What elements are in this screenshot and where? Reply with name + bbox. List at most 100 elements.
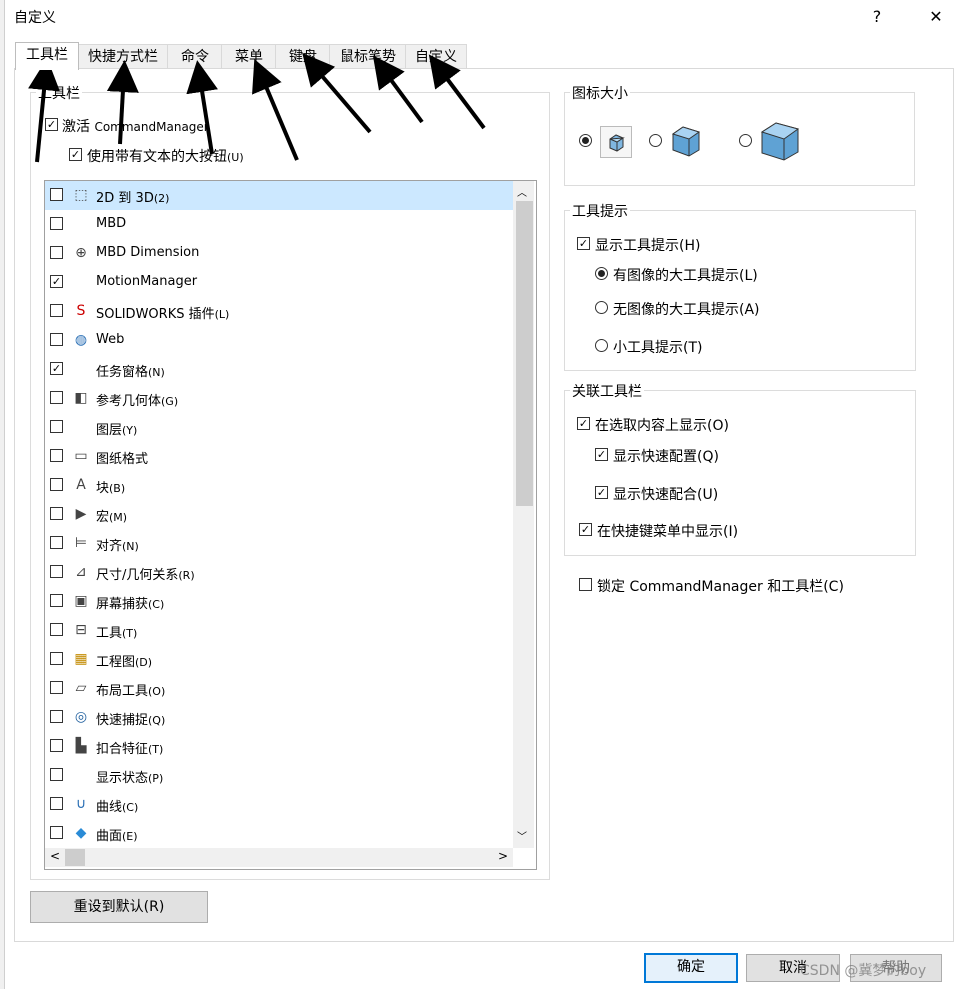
arrow-to-menus-tab [252,58,299,161]
toolbar-item-label: MBD Dimension [96,245,200,260]
toolbar-item-checkbox[interactable] [50,594,63,607]
toolbar-item-checkbox[interactable] [50,246,63,259]
lock-toolbars-checkbox[interactable] [579,578,592,591]
toolbar-item-checkbox[interactable] [50,304,63,317]
toolbar-item-checkbox[interactable] [50,536,63,549]
large-tooltip-image-radio[interactable] [595,267,608,280]
toolbar-list-item[interactable]: 显示状态(P) [45,761,513,790]
arrow-to-gestures-tab [372,55,424,124]
toolbar-item-label: MotionManager [96,274,198,289]
toolbar-list-item[interactable]: ▦ 工程图(D) [45,645,513,674]
toolbar-list-item[interactable]: ◍ Web [45,326,513,355]
toolbar-list-item[interactable]: ⊿ 尺寸/几何关系(R) [45,558,513,587]
sheet-format-icon: ▭ [74,448,88,464]
show-quick-config-label: 显示快速配置(Q) [613,449,719,465]
toolbar-item-label: 曲面(E) [96,829,138,844]
toolbar-item-checkbox[interactable] [50,652,63,665]
toolbar-item-checkbox[interactable] [50,333,63,346]
toolbar-list-item[interactable]: ▙ 扣合特征(T) [45,732,513,761]
show-in-shortcut-menu-label: 在快捷键菜单中显示(I) [597,524,739,540]
large-tooltip-noimage-label: 无图像的大工具提示(A) [613,302,760,318]
toolbar-item-checkbox[interactable] [50,623,63,636]
toolbar-item-label: 显示状态(P) [96,771,164,786]
toolbar-list-item[interactable]: 图层(Y) [45,413,513,442]
arrow-to-shortcut-tab [106,60,139,145]
toolbar-item-label: 工具(T) [96,626,138,641]
drawing-icon: ▦ [74,651,88,667]
scroll-down-icon[interactable]: ﹀ [517,828,527,843]
toolbar-item-label: SOLIDWORKS 插件(L) [96,307,230,322]
macro-icon: ▶ [75,506,87,522]
toolbar-item-label: Web [96,332,125,347]
toolbar-item-checkbox[interactable]: ✓ [50,362,63,375]
toolbar-list-item[interactable]: ∪ 曲线(C) [45,790,513,819]
toolbar-list-item[interactable]: S SOLIDWORKS 插件(L) [45,297,513,326]
curve-icon: ∪ [75,796,87,812]
vertical-scroll-thumb[interactable] [516,201,533,506]
toolbar-item-checkbox[interactable] [50,768,63,781]
show-in-shortcut-menu-checkbox[interactable]: ✓ [579,523,592,536]
reference-geometry-icon: ◧ [74,390,88,406]
toolbar-item-checkbox[interactable]: ✓ [50,275,63,288]
toolbar-item-checkbox[interactable] [50,391,63,404]
toolbar-item-checkbox[interactable] [50,449,63,462]
toolbar-item-checkbox[interactable] [50,507,63,520]
scroll-left-icon[interactable]: < [50,849,60,863]
toolbar-list-item[interactable]: ⊨ 对齐(N) [45,529,513,558]
solidworks-addin-icon: S [76,303,86,319]
arrow-to-customize-tab [428,54,486,130]
toolbar-item-checkbox[interactable] [50,478,63,491]
toolbar-list-item[interactable]: ◎ 快速捕捉(Q) [45,703,513,732]
toolbar-list-item[interactable]: ◧ 参考几何体(G) [45,384,513,413]
small-tooltip-radio[interactable] [595,339,608,352]
toolbar-item-label: 快速捕捉(Q) [96,713,166,728]
toolbar-item-checkbox[interactable] [50,710,63,723]
globe-icon: ◍ [74,332,88,348]
toolbar-item-checkbox[interactable] [50,217,63,230]
toolbar-list-item[interactable]: ▣ 屏幕捕获(C) [45,587,513,616]
toolbar-list[interactable]: ⬚ 2D 到 3D(2) MBD ⊕ MBD Dimension ✓ MotionManag… [44,180,537,870]
toolbar-list-item[interactable]: A 块(B) [45,471,513,500]
toolbar-list-item[interactable]: ▭ 图纸格式 [45,442,513,471]
toolbar-list-item[interactable]: ⊕ MBD Dimension [45,239,513,268]
toolbar-item-label: 布局工具(O) [96,684,166,699]
show-quick-config-checkbox[interactable]: ✓ [595,448,608,461]
toolbar-item-checkbox[interactable] [50,739,63,752]
lock-toolbars-label: 锁定 CommandManager 和工具栏(C) [597,579,844,595]
toolbar-item-label: 任务窗格(N) [96,365,165,380]
show-on-selection-checkbox[interactable]: ✓ [577,417,590,430]
toolbar-item-checkbox[interactable] [50,420,63,433]
toolbar-item-checkbox[interactable] [50,565,63,578]
horizontal-scroll-thumb[interactable] [65,849,85,866]
toolbar-item-checkbox[interactable] [50,797,63,810]
toolbar-item-label: 参考几何体(G) [96,394,179,409]
large-tooltip-image-label: 有图像的大工具提示(L) [613,268,758,284]
block-icon: A [76,477,86,493]
toolbar-list-item[interactable]: MBD [45,210,513,239]
toolbar-item-label: 块(B) [96,481,126,496]
toolbar-item-label: 曲线(C) [96,800,139,815]
show-quick-mate-checkbox[interactable]: ✓ [595,486,608,499]
toolbar-list-item[interactable]: ▶ 宏(M) [45,500,513,529]
reset-default-button[interactable]: 重设到默认(R) [30,891,208,923]
show-tooltips-checkbox[interactable]: ✓ [577,237,590,250]
toolbar-list-item[interactable]: ◆ 曲面(E) [45,819,513,848]
toolbar-list-item[interactable]: ⊟ 工具(T) [45,616,513,645]
large-tooltip-noimage-radio[interactable] [595,301,608,314]
toolbar-item-checkbox[interactable] [50,681,63,694]
toolbar-item-checkbox[interactable] [50,826,63,839]
show-quick-mate-label: 显示快速配合(U) [613,487,719,503]
toolbar-list-item[interactable]: ▱ 布局工具(O) [45,674,513,703]
tools-icon: ⊟ [75,622,87,638]
ok-button[interactable]: 确定 [644,953,738,983]
watermark: CSDN @冀梦的boy [800,963,927,979]
quick-snap-icon: ◎ [74,709,88,725]
show-on-selection-label: 在选取内容上显示(O) [595,418,729,434]
screen-capture-icon: ▣ [74,593,88,609]
toolbar-list-item[interactable]: ✓ MotionManager [45,268,513,297]
toolbar-list-item[interactable]: ✓ 任务窗格(N) [45,355,513,384]
tab-toolbars[interactable]: 工具栏 [15,42,79,70]
surface-icon: ◆ [75,825,87,841]
scroll-right-icon[interactable]: > [498,849,508,863]
horizontal-scrollbar[interactable] [45,848,513,867]
